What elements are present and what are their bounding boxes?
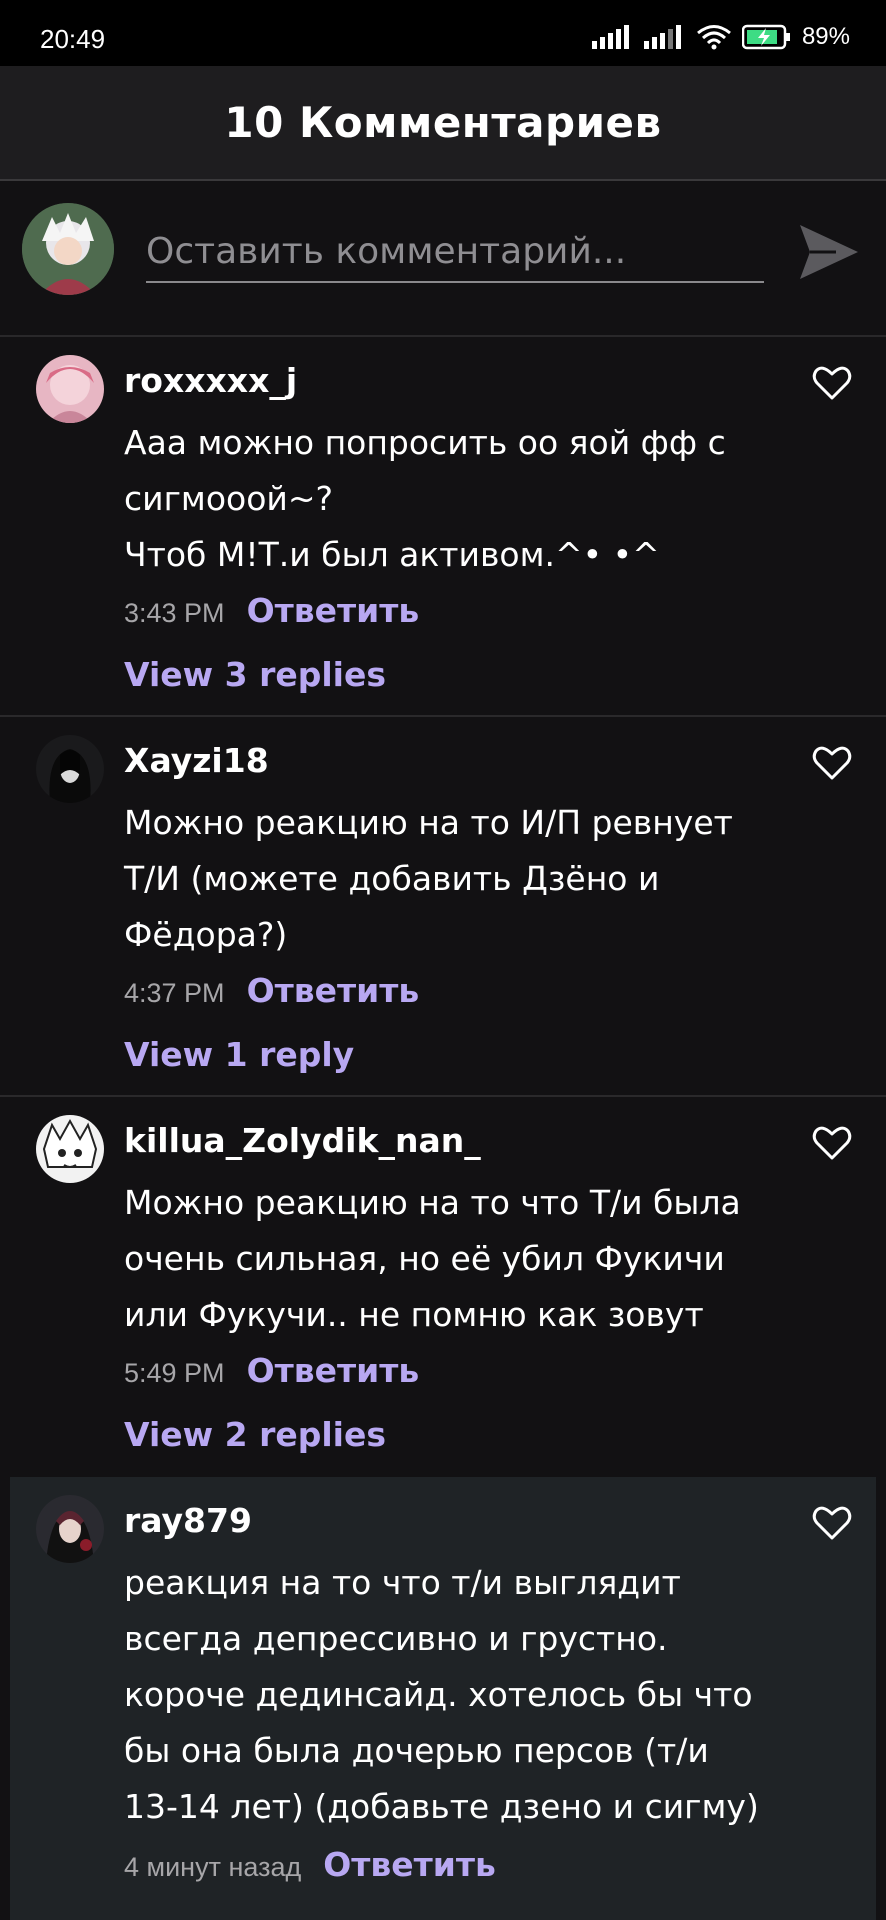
comment-username[interactable]: ray879 xyxy=(124,1501,252,1540)
reply-button[interactable]: Ответить xyxy=(323,1845,496,1884)
reply-button[interactable]: Ответить xyxy=(247,1351,420,1390)
avatar[interactable] xyxy=(36,1115,104,1183)
comment-time: 4:37 PM xyxy=(124,978,225,1008)
header: 10 Комментариев xyxy=(0,66,886,181)
comment-text: реакция на то что т/и выглядит всегда де… xyxy=(124,1563,759,1826)
avatar[interactable] xyxy=(36,735,104,803)
reply-button[interactable]: Ответить xyxy=(247,971,420,1010)
comment-meta: 3:43 PM Ответить xyxy=(124,591,419,630)
comment-time: 4 минут назад xyxy=(124,1852,302,1882)
heart-outline-icon[interactable] xyxy=(812,1505,852,1541)
current-user-avatar xyxy=(22,203,114,295)
comment-username[interactable]: Xayzi18 xyxy=(124,741,269,780)
status-time: 20:49 xyxy=(40,24,106,54)
comment-input[interactable] xyxy=(146,221,764,283)
view-replies-link[interactable]: View 3 replies xyxy=(124,655,386,694)
wifi-icon xyxy=(697,25,731,50)
signal-icon-2 xyxy=(643,25,681,49)
comment-username[interactable]: roxxxxx_j xyxy=(124,361,297,400)
view-replies-link[interactable]: View 1 reply xyxy=(124,1035,354,1074)
comment-time: 5:49 PM xyxy=(124,1358,225,1388)
comment-item: killua_Zolydik_nan_ Можно реакцию на то … xyxy=(0,1097,886,1475)
send-arrow-icon[interactable] xyxy=(796,219,862,285)
comment-composer xyxy=(0,181,886,337)
battery-percent: 89% xyxy=(801,23,850,50)
heart-outline-icon[interactable] xyxy=(812,1125,852,1161)
comment-text: Можно реакцию на то И/П ревнует Т/И (мож… xyxy=(124,803,733,954)
comment-text: Ааа можно попросить оо яой фф с сигмооой… xyxy=(124,423,726,574)
comment-text: Можно реакцию на то что Т/и была очень с… xyxy=(124,1183,741,1334)
comment-meta: 4 минут назад Ответить xyxy=(124,1845,496,1884)
comment-username[interactable]: killua_Zolydik_nan_ xyxy=(124,1121,481,1160)
status-icons: 89% xyxy=(591,22,850,52)
signal-icon xyxy=(591,25,629,49)
comment-item: roxxxxx_j Ааа можно попросить оо яой фф … xyxy=(0,337,886,715)
comment-meta: 4:37 PM Ответить xyxy=(124,971,419,1010)
heart-outline-icon[interactable] xyxy=(812,745,852,781)
page-title: 10 Комментариев xyxy=(224,98,662,147)
avatar[interactable] xyxy=(36,1495,104,1563)
comment-time: 3:43 PM xyxy=(124,598,225,628)
comment-item: Xayzi18 Можно реакцию на то И/П ревнует … xyxy=(0,717,886,1095)
comment-meta: 5:49 PM Ответить xyxy=(124,1351,419,1390)
reply-button[interactable]: Ответить xyxy=(247,591,420,630)
battery-icon xyxy=(741,24,790,50)
view-replies-link[interactable]: View 2 replies xyxy=(124,1415,386,1454)
status-bar: 20:49 89% xyxy=(0,0,886,66)
avatar[interactable] xyxy=(36,355,104,423)
comment-item-highlighted: ray879 реакция на то что т/и выглядит вс… xyxy=(10,1477,876,1920)
heart-outline-icon[interactable] xyxy=(812,365,852,401)
